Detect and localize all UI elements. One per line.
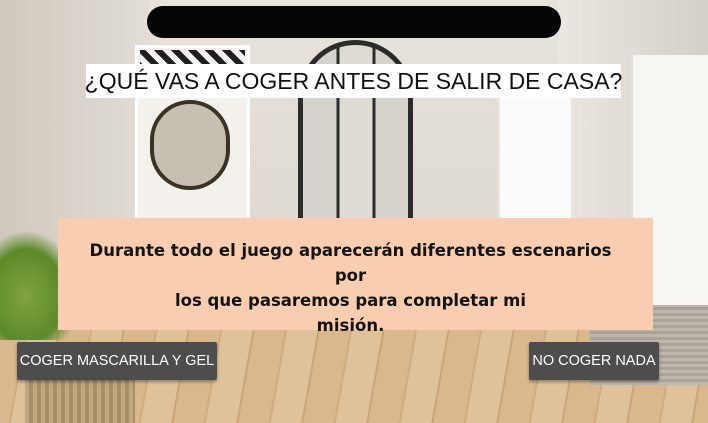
- info-line-3: misión.: [316, 316, 385, 335]
- take-mask-and-gel-button[interactable]: COGER MASCARILLA Y GEL: [17, 342, 217, 380]
- game-screen: ¿QUÉ VAS A COGER ANTES DE SALIR DE CASA?…: [0, 0, 708, 423]
- top-bar: [147, 6, 561, 38]
- info-message-box: Durante todo el juego aparecerán diferen…: [58, 218, 653, 335]
- round-mirror: [150, 100, 230, 190]
- question-title: ¿QUÉ VAS A COGER ANTES DE SALIR DE CASA?: [85, 64, 622, 98]
- info-line-2: los que pasaremos para completar mi: [174, 291, 527, 310]
- take-nothing-button[interactable]: NO COGER NADA: [529, 342, 659, 380]
- info-line-1: Durante todo el juego aparecerán diferen…: [89, 241, 612, 285]
